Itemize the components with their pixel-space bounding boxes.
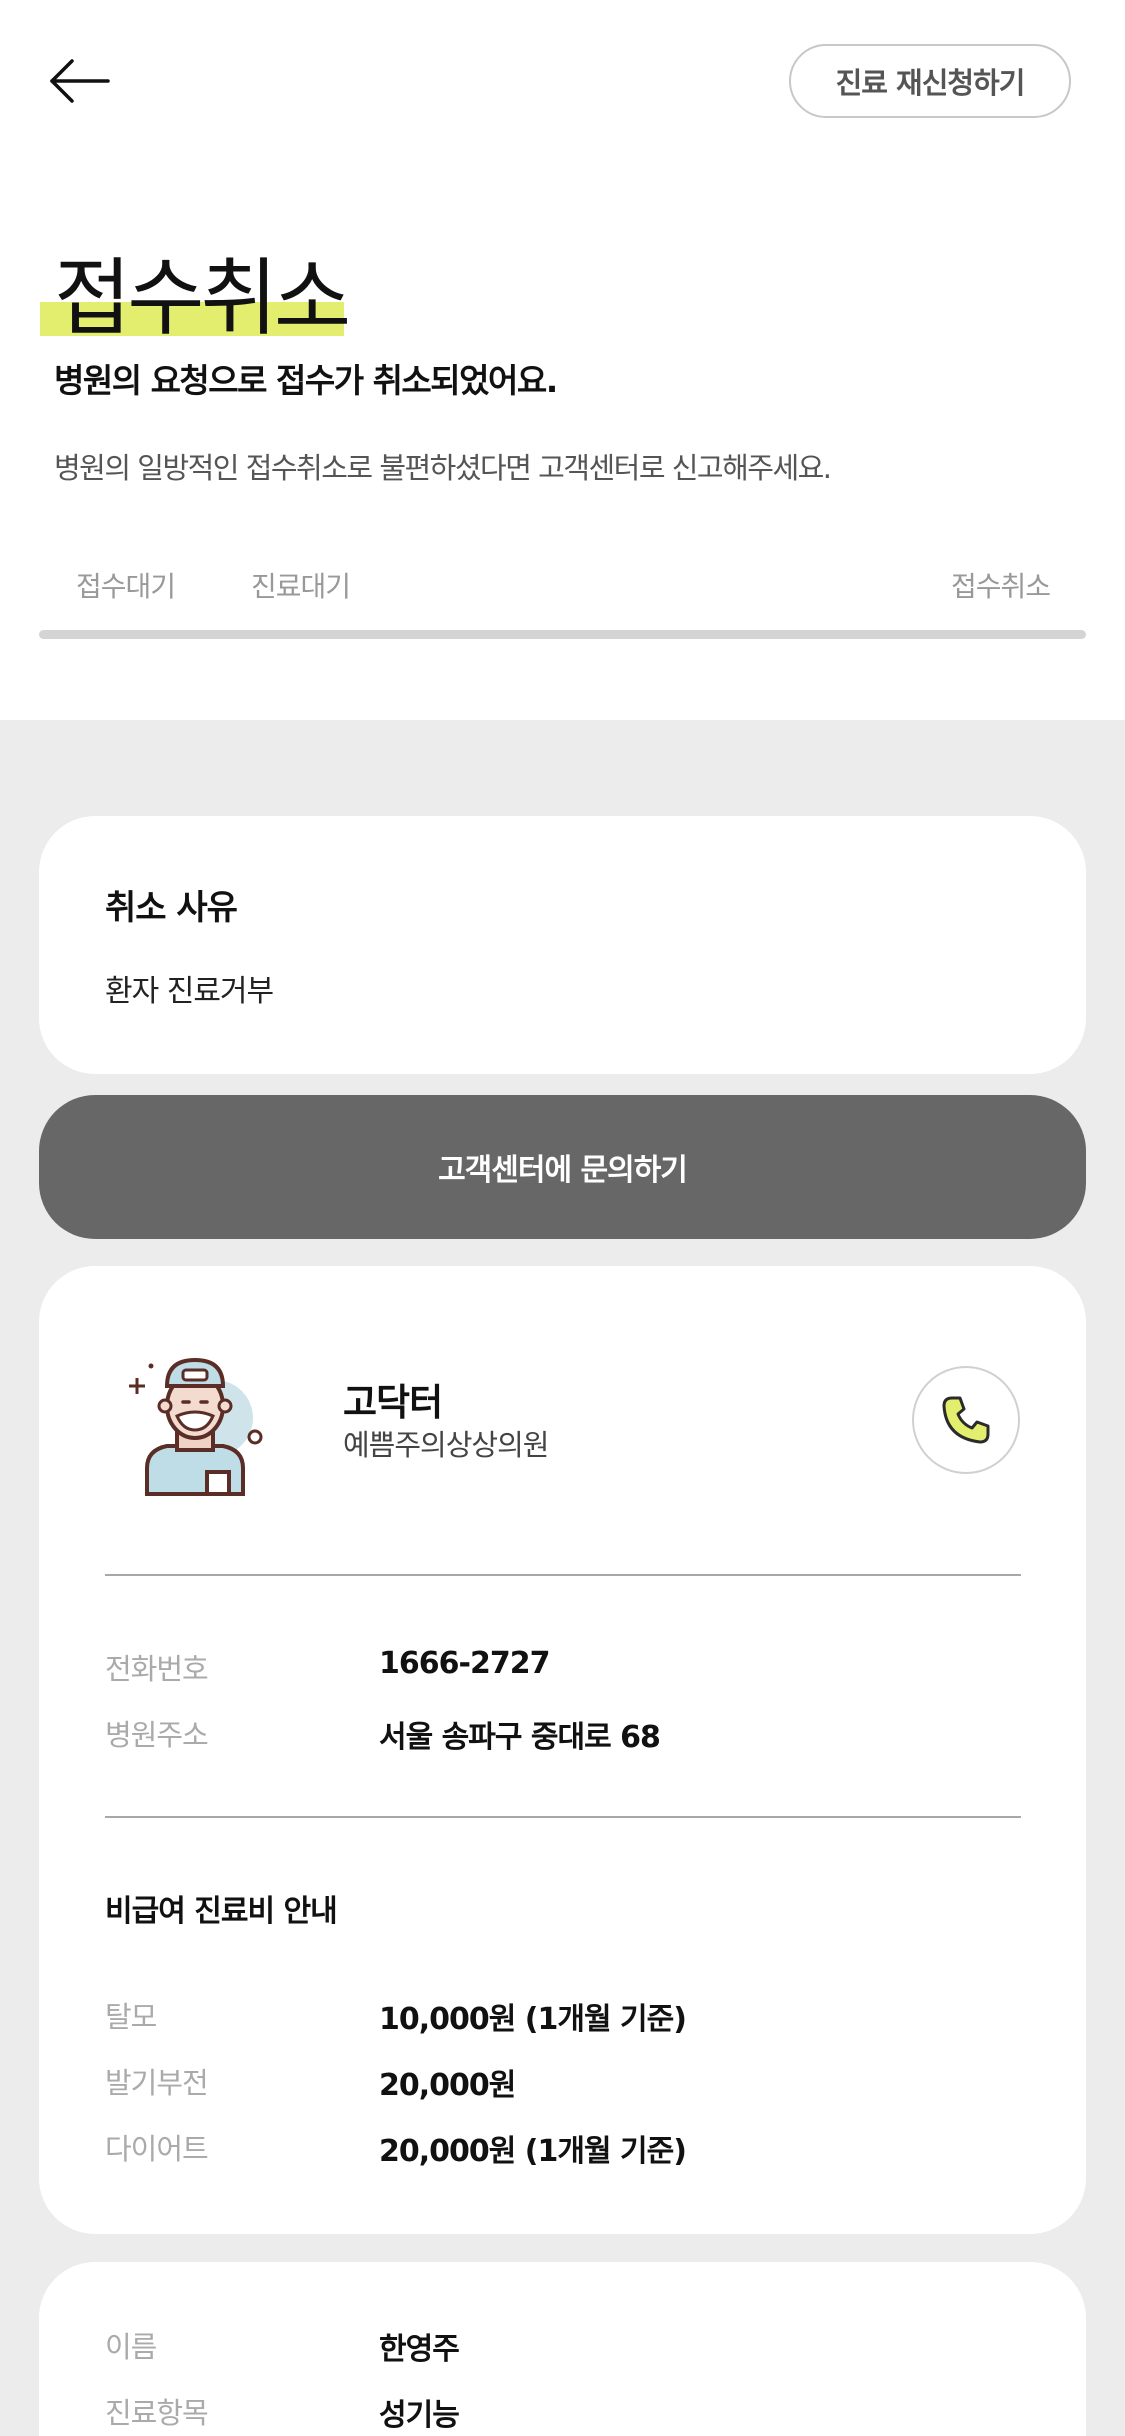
step-cancelled: 접수취소 [951, 570, 1051, 603]
fee-value: 20,000원 [379, 2068, 516, 2103]
patient-name-value: 한영주 [379, 2332, 460, 2367]
divider [105, 1574, 1021, 1576]
fee-label: 탈모 [105, 2000, 157, 2034]
fee-value: 20,000원 (1개월 기준) [379, 2134, 687, 2169]
address-label: 병원주소 [105, 1718, 209, 1752]
phone-value: 1666-2727 [379, 1646, 550, 1681]
divider [105, 1816, 1021, 1818]
arrow-left-icon [50, 59, 110, 103]
cancel-reason-label: 취소 사유 [105, 888, 238, 928]
patient-card: 이름 한영주 진료항목 성기능 [39, 2262, 1086, 2436]
contact-support-button[interactable]: 고객센터에 문의하기 [39, 1095, 1086, 1239]
back-button[interactable] [46, 56, 116, 106]
fee-value: 10,000원 (1개월 기준) [379, 2002, 687, 2037]
treatment-item-value: 성기능 [379, 2398, 460, 2433]
progress-bar [39, 630, 1086, 639]
reapply-button[interactable]: 진료 재신청하기 [789, 44, 1071, 118]
page-title: 접수취소 [54, 249, 351, 347]
fee-label: 발기부전 [105, 2066, 209, 2100]
treatment-item-label: 진료항목 [105, 2396, 209, 2430]
address-value: 서울 송파구 중대로 68 [379, 1720, 661, 1755]
step-waiting-treatment: 진료대기 [251, 570, 351, 603]
fee-section-title: 비급여 진료비 안내 [105, 1894, 338, 1929]
cancel-reason-card: 취소 사유 환자 진료거부 [39, 816, 1086, 1074]
doctor-avatar-icon [115, 1346, 275, 1506]
call-button[interactable] [912, 1366, 1020, 1474]
phone-label: 전화번호 [105, 1652, 209, 1686]
clinic-name: 예쁨주의상상의원 [343, 1428, 549, 1462]
phone-icon [942, 1396, 990, 1444]
patient-name-label: 이름 [105, 2330, 157, 2364]
title-block: 접수취소 [40, 248, 351, 348]
status-header: 진료 재신청하기 접수취소 병원의 요청으로 접수가 취소되었어요. 병원의 일… [0, 0, 1125, 720]
fee-label: 다이어트 [105, 2132, 209, 2166]
page-description: 병원의 일방적인 접수취소로 불편하셨다면 고객센터로 신고해주세요. [54, 451, 832, 485]
page-subtitle: 병원의 요청으로 접수가 취소되었어요. [54, 361, 558, 400]
cancel-reason-value: 환자 진료거부 [105, 974, 274, 1009]
step-waiting-reception: 접수대기 [76, 570, 176, 603]
doctor-card: 고닥터 예쁨주의상상의원 전화번호 1666-2727 병원주소 서울 송파구 … [39, 1266, 1086, 2234]
doctor-name: 고닥터 [343, 1381, 443, 1424]
